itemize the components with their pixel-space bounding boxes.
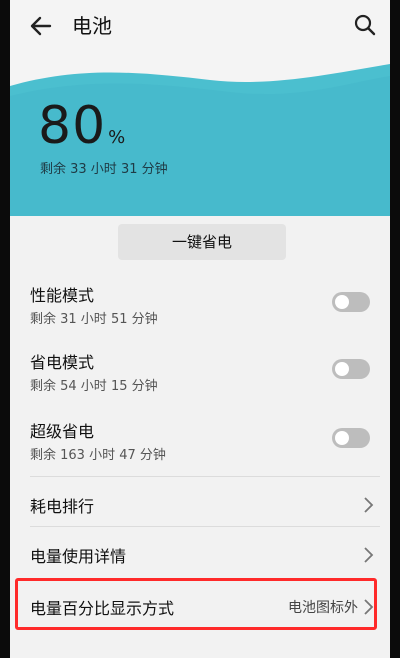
toggle-knob [335, 431, 349, 445]
battery-percent-unit: % [108, 127, 126, 148]
battery-screen: 电池 80% 剩余 33 小时 31 分钟 一键省电 性能模式 剩余 31 小时… [10, 0, 390, 658]
battery-percent: 80% [38, 98, 125, 154]
power-saving-mode-toggle[interactable] [332, 359, 370, 379]
highlight-box [15, 578, 377, 630]
battery-hero: 80% 剩余 33 小时 31 分钟 [10, 52, 390, 216]
mode-power-saving: 省电模式 剩余 54 小时 15 分钟 [10, 347, 390, 403]
chevron-right-icon [364, 547, 374, 563]
row-label: 耗电排行 [30, 497, 95, 516]
mode-performance: 性能模式 剩余 31 小时 51 分钟 [10, 280, 390, 336]
performance-mode-toggle[interactable] [332, 292, 370, 312]
super-saving-mode-toggle[interactable] [332, 428, 370, 448]
mode-remaining: 剩余 54 小时 15 分钟 [30, 379, 158, 394]
back-arrow-icon[interactable] [28, 13, 54, 39]
one-click-save-button[interactable]: 一键省电 [118, 224, 286, 260]
page-title: 电池 [72, 14, 112, 38]
mode-label: 性能模式 [30, 286, 95, 305]
chevron-right-icon [364, 497, 374, 513]
search-icon[interactable] [352, 12, 378, 38]
mode-super-saving: 超级省电 剩余 163 小时 47 分钟 [10, 416, 390, 472]
mode-remaining: 剩余 31 小时 51 分钟 [30, 312, 158, 327]
mode-label: 省电模式 [30, 353, 95, 372]
row-divider [30, 526, 380, 527]
row-label: 电量使用详情 [30, 547, 127, 566]
mode-label: 超级省电 [30, 422, 95, 441]
power-ranking-row[interactable]: 耗电排行 [10, 492, 390, 518]
section-divider [30, 476, 380, 477]
mode-remaining: 剩余 163 小时 47 分钟 [30, 448, 166, 463]
top-bar: 电池 [10, 0, 390, 52]
toggle-knob [335, 295, 349, 309]
battery-remaining: 剩余 33 小时 31 分钟 [40, 162, 168, 177]
battery-percent-value: 80 [38, 96, 107, 156]
toggle-knob [335, 362, 349, 376]
usage-details-row[interactable]: 电量使用详情 [10, 542, 390, 568]
